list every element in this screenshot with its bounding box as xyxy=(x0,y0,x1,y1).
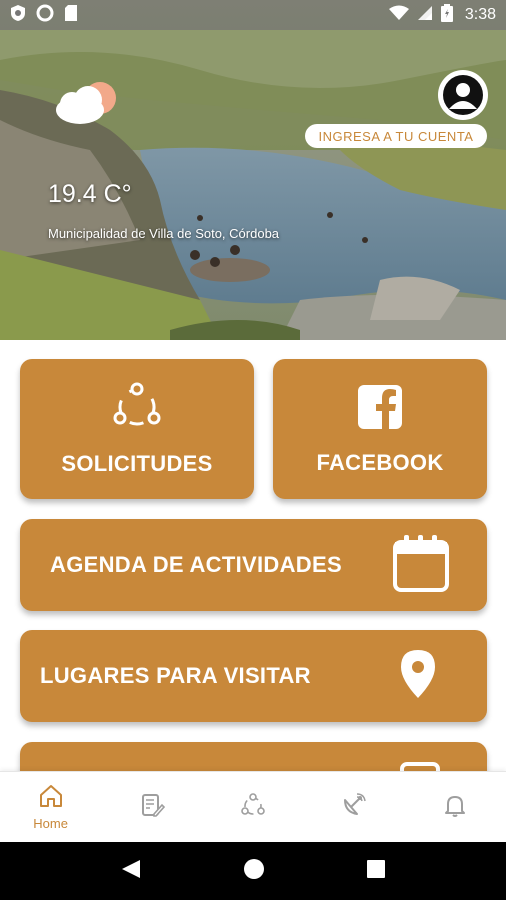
back-icon[interactable] xyxy=(120,858,142,884)
nav-requests[interactable] xyxy=(101,772,202,842)
facebook-icon xyxy=(356,383,404,436)
signal-icon xyxy=(417,5,433,25)
satellite-dish-icon xyxy=(341,792,367,822)
system-navigation-bar xyxy=(0,842,506,900)
home-circle-icon[interactable] xyxy=(243,858,265,884)
wifi-icon xyxy=(388,5,409,25)
user-icon xyxy=(443,75,483,115)
sync-icon xyxy=(36,4,54,26)
app-screen: 19.4 C° Municipalidad de Villa de Soto, … xyxy=(0,0,506,900)
sd-card-icon xyxy=(64,4,78,26)
solicitudes-tile[interactable]: SOLICITUDES xyxy=(20,359,254,499)
hero-header: 19.4 C° Municipalidad de Villa de Soto, … xyxy=(0,0,506,340)
bell-icon xyxy=(442,792,468,822)
partly-cloudy-icon xyxy=(52,78,122,132)
document-edit-icon xyxy=(139,792,165,822)
nav-notifications[interactable] xyxy=(405,772,506,842)
share-icon xyxy=(240,792,266,822)
share-icon xyxy=(110,382,164,437)
agenda-label: AGENDA DE ACTIVIDADES xyxy=(50,552,342,577)
lugares-label: LUGARES PARA VISITAR xyxy=(40,663,311,688)
temperature-readout: 19.4 C° xyxy=(48,180,132,208)
nav-home[interactable]: Home xyxy=(0,772,101,842)
status-bar: 3:38 xyxy=(0,0,506,30)
recents-icon[interactable] xyxy=(366,859,386,883)
clock: 3:38 xyxy=(464,6,496,23)
nav-home-label: Home xyxy=(33,816,68,831)
home-icon xyxy=(38,783,64,813)
battery-icon xyxy=(440,4,453,26)
bottom-navigation: Home xyxy=(0,771,506,842)
facebook-tile[interactable]: FACEBOOK xyxy=(273,359,487,499)
lugares-tile[interactable]: LUGARES PARA VISITAR xyxy=(20,630,487,722)
account-avatar-button[interactable] xyxy=(438,70,488,120)
solicitudes-label: SOLICITUDES xyxy=(61,450,213,476)
nav-satellite[interactable] xyxy=(304,772,405,842)
shield-icon xyxy=(10,4,26,26)
agenda-tile[interactable]: AGENDA DE ACTIVIDADES xyxy=(20,519,487,611)
location-label: Municipalidad de Villa de Soto, Córdoba xyxy=(48,226,280,241)
facebook-label: FACEBOOK xyxy=(316,449,444,475)
login-link[interactable]: INGRESA A TU CUENTA xyxy=(305,124,487,148)
location-pin-icon xyxy=(399,648,437,705)
nav-share[interactable] xyxy=(202,772,303,842)
calendar-icon xyxy=(391,532,451,599)
hero-background-image xyxy=(0,0,506,340)
